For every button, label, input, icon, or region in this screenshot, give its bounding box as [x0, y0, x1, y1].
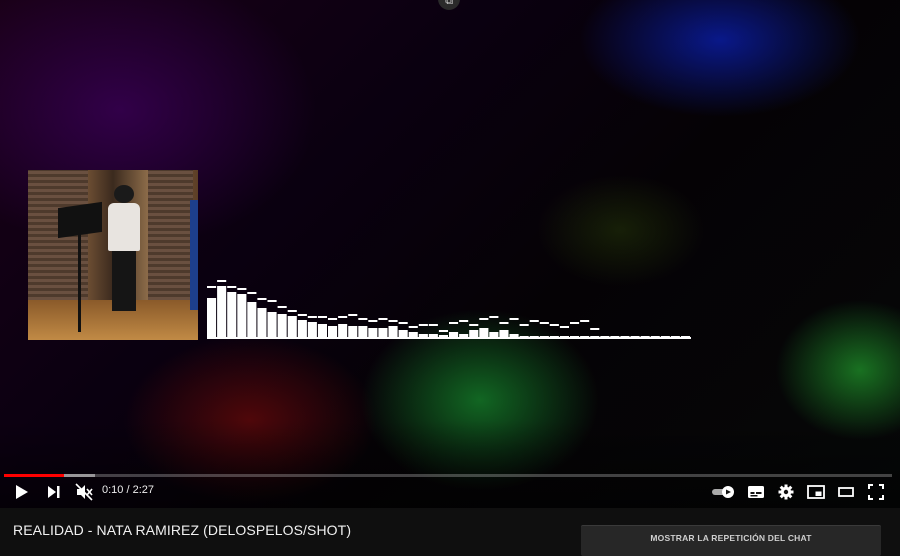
visualizer-peak: [317, 316, 327, 318]
visualizer-bar: [247, 302, 257, 338]
visualizer-peak: [499, 322, 509, 324]
visualizer-peak: [398, 322, 408, 324]
visualizer-bar: [267, 312, 277, 338]
visualizer-peak: [307, 316, 317, 318]
progress-bar[interactable]: [4, 474, 892, 477]
visualizer-peak: [257, 298, 267, 300]
theater-mode-button[interactable]: [836, 481, 856, 503]
visualizer-peak: [338, 316, 348, 318]
visualizer-peak: [388, 320, 398, 322]
visualizer-bar: [368, 328, 378, 338]
visualizer-peak: [509, 318, 519, 320]
visualizer-bar: [328, 326, 338, 338]
visualizer-bar: [388, 326, 398, 338]
captions-icon: [748, 486, 764, 498]
visualizer-bar: [257, 308, 267, 338]
visualizer-bar: [338, 324, 348, 338]
visualizer-peak: [489, 316, 499, 318]
visualizer-peak: [408, 326, 418, 328]
visualizer-baseline: [207, 337, 691, 339]
visualizer-peak: [449, 322, 459, 324]
visualizer-peak: [479, 318, 489, 320]
show-chat-replay-button[interactable]: MOSTRAR LA REPETICIÓN DEL CHAT: [581, 525, 881, 556]
visualizer-peak: [438, 330, 448, 332]
video-title: REALIDAD - NATA RAMIREZ (DELOSPELOS/SHOT…: [13, 522, 352, 538]
visualizer-peak: [237, 288, 247, 290]
visualizer-bar: [398, 330, 408, 338]
visualizer-peak: [277, 306, 287, 308]
visualizer-peak: [529, 320, 539, 322]
gear-icon: [778, 484, 794, 500]
volume-muted-icon: [75, 483, 93, 501]
visualizer-bar: [297, 320, 307, 338]
visualizer-bar: [207, 298, 217, 338]
visualizer-peak: [227, 286, 237, 288]
visualizer-peak: [328, 318, 338, 320]
time-display: 0:10 / 2:27: [102, 484, 154, 496]
progress-played: [4, 474, 65, 477]
play-button[interactable]: [12, 481, 32, 503]
video-player[interactable]: ⧉ 0:10 / 2:27: [0, 0, 900, 508]
autoplay-toggle-icon: [712, 486, 734, 498]
miniplayer-icon: [807, 485, 825, 499]
visualizer-peak: [378, 318, 388, 320]
theater-mode-icon: [838, 487, 854, 497]
visualizer-peak: [549, 324, 559, 326]
settings-button[interactable]: [776, 481, 796, 503]
visualizer-peak: [428, 324, 438, 326]
visualizer-bar: [237, 294, 247, 338]
visualizer-peak: [297, 314, 307, 316]
visualizer-bar: [358, 326, 368, 338]
visualizer-peak: [287, 310, 297, 312]
next-icon: [48, 486, 60, 498]
visualizer-bar: [479, 328, 489, 338]
visualizer-bar: [348, 326, 358, 338]
fullscreen-icon: [868, 484, 884, 500]
visualizer-bar: [227, 292, 237, 338]
next-button[interactable]: [44, 481, 64, 503]
visualizer-peak: [570, 322, 580, 324]
miniplayer-button[interactable]: [806, 481, 826, 503]
visualizer-peak: [469, 324, 479, 326]
album-cover-image: [28, 170, 198, 340]
audio-visualizer: [207, 280, 691, 339]
visualizer-bar: [499, 330, 509, 338]
visualizer-peak: [519, 324, 529, 326]
visualizer-peak: [247, 292, 257, 294]
visualizer-bar: [217, 286, 227, 338]
visualizer-peak: [418, 324, 428, 326]
play-icon: [16, 485, 28, 499]
visualizer-peak: [559, 326, 569, 328]
visualizer-peak: [348, 314, 358, 316]
visualizer-peak: [267, 300, 277, 302]
visualizer-bar: [287, 316, 297, 338]
visualizer-peak: [207, 286, 217, 288]
visualizer-peak: [590, 328, 600, 330]
visualizer-peak: [539, 322, 549, 324]
visualizer-peak: [358, 318, 368, 320]
fullscreen-button[interactable]: [866, 481, 886, 503]
captions-button[interactable]: [746, 481, 766, 503]
visualizer-bar: [469, 330, 479, 338]
visualizer-bar: [307, 322, 317, 338]
visualizer-bar: [277, 314, 287, 338]
external-link-icon[interactable]: ⧉: [438, 0, 460, 10]
mute-button[interactable]: [73, 481, 95, 503]
visualizer-peak: [580, 320, 590, 322]
visualizer-peak: [217, 280, 227, 282]
visualizer-bar: [317, 324, 327, 338]
autoplay-toggle[interactable]: [711, 481, 737, 503]
visualizer-bar: [378, 328, 388, 338]
visualizer-peak: [368, 320, 378, 322]
visualizer-peak: [459, 320, 469, 322]
